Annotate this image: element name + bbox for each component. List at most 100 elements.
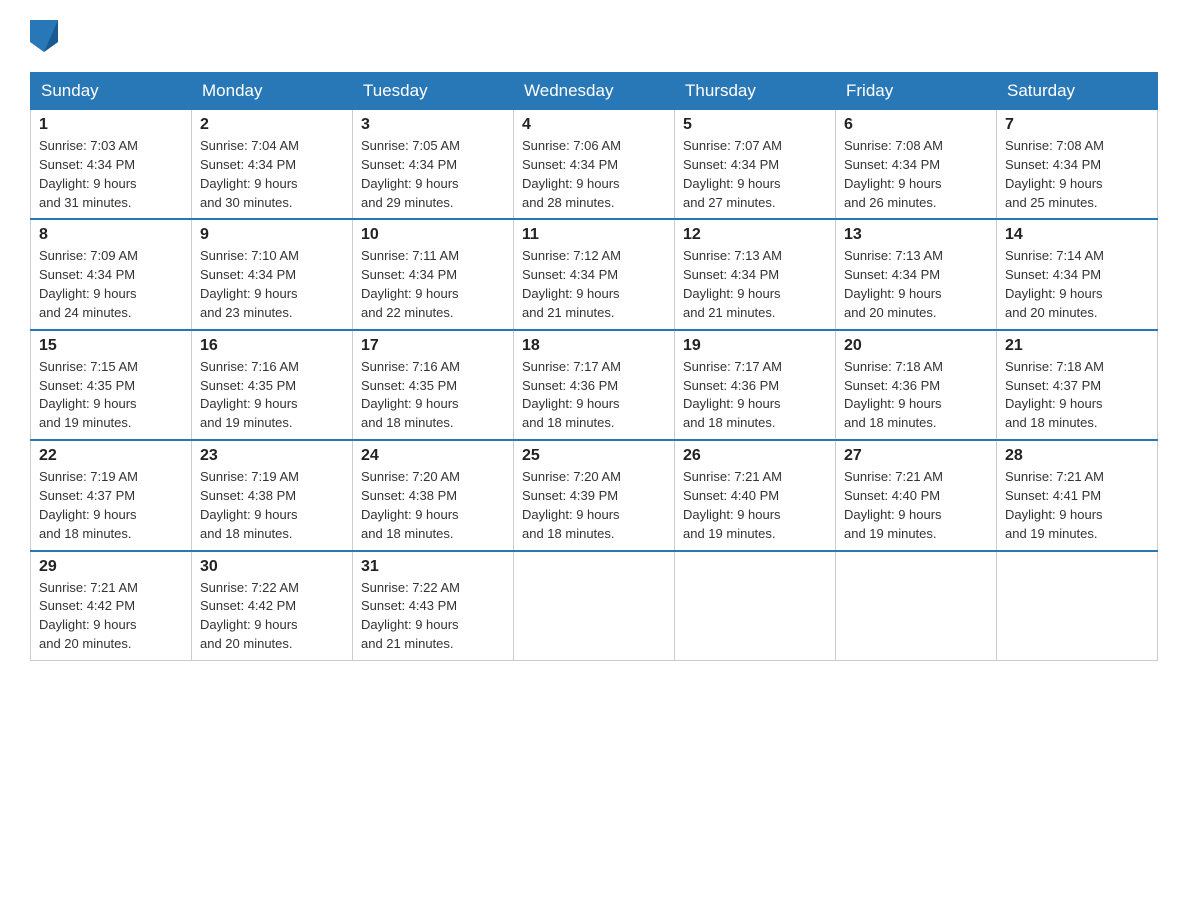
calendar-week-row: 8 Sunrise: 7:09 AMSunset: 4:34 PMDayligh…: [31, 219, 1158, 329]
calendar-cell: 22 Sunrise: 7:19 AMSunset: 4:37 PMDaylig…: [31, 440, 192, 550]
day-info: Sunrise: 7:07 AMSunset: 4:34 PMDaylight:…: [683, 137, 827, 212]
day-number: 19: [683, 337, 827, 355]
day-info: Sunrise: 7:18 AMSunset: 4:37 PMDaylight:…: [1005, 358, 1149, 433]
day-info: Sunrise: 7:21 AMSunset: 4:40 PMDaylight:…: [844, 468, 988, 543]
day-number: 14: [1005, 226, 1149, 244]
day-info: Sunrise: 7:17 AMSunset: 4:36 PMDaylight:…: [522, 358, 666, 433]
calendar-cell: 26 Sunrise: 7:21 AMSunset: 4:40 PMDaylig…: [675, 440, 836, 550]
day-info: Sunrise: 7:04 AMSunset: 4:34 PMDaylight:…: [200, 137, 344, 212]
day-info: Sunrise: 7:16 AMSunset: 4:35 PMDaylight:…: [200, 358, 344, 433]
calendar-week-row: 1 Sunrise: 7:03 AMSunset: 4:34 PMDayligh…: [31, 110, 1158, 220]
day-number: 30: [200, 558, 344, 576]
day-number: 10: [361, 226, 505, 244]
day-info: Sunrise: 7:08 AMSunset: 4:34 PMDaylight:…: [1005, 137, 1149, 212]
calendar-cell: 7 Sunrise: 7:08 AMSunset: 4:34 PMDayligh…: [997, 110, 1158, 220]
logo: [30, 20, 62, 52]
calendar-cell: 3 Sunrise: 7:05 AMSunset: 4:34 PMDayligh…: [353, 110, 514, 220]
calendar-cell: 1 Sunrise: 7:03 AMSunset: 4:34 PMDayligh…: [31, 110, 192, 220]
calendar-cell: 10 Sunrise: 7:11 AMSunset: 4:34 PMDaylig…: [353, 219, 514, 329]
calendar-cell: 13 Sunrise: 7:13 AMSunset: 4:34 PMDaylig…: [836, 219, 997, 329]
weekday-header-row: SundayMondayTuesdayWednesdayThursdayFrid…: [31, 73, 1158, 110]
calendar-cell: 18 Sunrise: 7:17 AMSunset: 4:36 PMDaylig…: [514, 330, 675, 440]
weekday-header-saturday: Saturday: [997, 73, 1158, 110]
day-number: 22: [39, 447, 183, 465]
calendar-cell: 21 Sunrise: 7:18 AMSunset: 4:37 PMDaylig…: [997, 330, 1158, 440]
calendar-cell: 14 Sunrise: 7:14 AMSunset: 4:34 PMDaylig…: [997, 219, 1158, 329]
calendar-cell: 23 Sunrise: 7:19 AMSunset: 4:38 PMDaylig…: [192, 440, 353, 550]
day-info: Sunrise: 7:10 AMSunset: 4:34 PMDaylight:…: [200, 247, 344, 322]
calendar-cell: 12 Sunrise: 7:13 AMSunset: 4:34 PMDaylig…: [675, 219, 836, 329]
calendar-cell: [675, 551, 836, 661]
calendar-cell: 9 Sunrise: 7:10 AMSunset: 4:34 PMDayligh…: [192, 219, 353, 329]
calendar-cell: 17 Sunrise: 7:16 AMSunset: 4:35 PMDaylig…: [353, 330, 514, 440]
calendar-cell: 27 Sunrise: 7:21 AMSunset: 4:40 PMDaylig…: [836, 440, 997, 550]
calendar-cell: 19 Sunrise: 7:17 AMSunset: 4:36 PMDaylig…: [675, 330, 836, 440]
day-number: 28: [1005, 447, 1149, 465]
weekday-header-monday: Monday: [192, 73, 353, 110]
day-info: Sunrise: 7:22 AMSunset: 4:42 PMDaylight:…: [200, 579, 344, 654]
day-number: 1: [39, 116, 183, 134]
day-info: Sunrise: 7:20 AMSunset: 4:39 PMDaylight:…: [522, 468, 666, 543]
day-info: Sunrise: 7:18 AMSunset: 4:36 PMDaylight:…: [844, 358, 988, 433]
day-info: Sunrise: 7:08 AMSunset: 4:34 PMDaylight:…: [844, 137, 988, 212]
day-number: 16: [200, 337, 344, 355]
calendar-week-row: 22 Sunrise: 7:19 AMSunset: 4:37 PMDaylig…: [31, 440, 1158, 550]
day-info: Sunrise: 7:13 AMSunset: 4:34 PMDaylight:…: [683, 247, 827, 322]
calendar-cell: 24 Sunrise: 7:20 AMSunset: 4:38 PMDaylig…: [353, 440, 514, 550]
calendar-cell: 2 Sunrise: 7:04 AMSunset: 4:34 PMDayligh…: [192, 110, 353, 220]
weekday-header-friday: Friday: [836, 73, 997, 110]
calendar-table: SundayMondayTuesdayWednesdayThursdayFrid…: [30, 72, 1158, 661]
day-number: 8: [39, 226, 183, 244]
calendar-week-row: 15 Sunrise: 7:15 AMSunset: 4:35 PMDaylig…: [31, 330, 1158, 440]
day-number: 27: [844, 447, 988, 465]
day-info: Sunrise: 7:14 AMSunset: 4:34 PMDaylight:…: [1005, 247, 1149, 322]
day-info: Sunrise: 7:20 AMSunset: 4:38 PMDaylight:…: [361, 468, 505, 543]
day-info: Sunrise: 7:17 AMSunset: 4:36 PMDaylight:…: [683, 358, 827, 433]
weekday-header-wednesday: Wednesday: [514, 73, 675, 110]
calendar-cell: 6 Sunrise: 7:08 AMSunset: 4:34 PMDayligh…: [836, 110, 997, 220]
day-number: 31: [361, 558, 505, 576]
calendar-cell: 31 Sunrise: 7:22 AMSunset: 4:43 PMDaylig…: [353, 551, 514, 661]
day-info: Sunrise: 7:21 AMSunset: 4:41 PMDaylight:…: [1005, 468, 1149, 543]
day-info: Sunrise: 7:16 AMSunset: 4:35 PMDaylight:…: [361, 358, 505, 433]
day-number: 17: [361, 337, 505, 355]
day-info: Sunrise: 7:19 AMSunset: 4:38 PMDaylight:…: [200, 468, 344, 543]
day-number: 11: [522, 226, 666, 244]
day-info: Sunrise: 7:22 AMSunset: 4:43 PMDaylight:…: [361, 579, 505, 654]
day-info: Sunrise: 7:12 AMSunset: 4:34 PMDaylight:…: [522, 247, 666, 322]
day-number: 24: [361, 447, 505, 465]
weekday-header-tuesday: Tuesday: [353, 73, 514, 110]
day-number: 15: [39, 337, 183, 355]
day-info: Sunrise: 7:06 AMSunset: 4:34 PMDaylight:…: [522, 137, 666, 212]
day-info: Sunrise: 7:15 AMSunset: 4:35 PMDaylight:…: [39, 358, 183, 433]
calendar-cell: [997, 551, 1158, 661]
logo-icon: [30, 20, 58, 52]
weekday-header-thursday: Thursday: [675, 73, 836, 110]
day-number: 20: [844, 337, 988, 355]
day-info: Sunrise: 7:09 AMSunset: 4:34 PMDaylight:…: [39, 247, 183, 322]
day-info: Sunrise: 7:11 AMSunset: 4:34 PMDaylight:…: [361, 247, 505, 322]
calendar-cell: 20 Sunrise: 7:18 AMSunset: 4:36 PMDaylig…: [836, 330, 997, 440]
day-number: 23: [200, 447, 344, 465]
day-number: 21: [1005, 337, 1149, 355]
day-info: Sunrise: 7:19 AMSunset: 4:37 PMDaylight:…: [39, 468, 183, 543]
day-number: 2: [200, 116, 344, 134]
calendar-week-row: 29 Sunrise: 7:21 AMSunset: 4:42 PMDaylig…: [31, 551, 1158, 661]
calendar-cell: 25 Sunrise: 7:20 AMSunset: 4:39 PMDaylig…: [514, 440, 675, 550]
calendar-cell: 8 Sunrise: 7:09 AMSunset: 4:34 PMDayligh…: [31, 219, 192, 329]
calendar-cell: 30 Sunrise: 7:22 AMSunset: 4:42 PMDaylig…: [192, 551, 353, 661]
day-number: 25: [522, 447, 666, 465]
day-number: 29: [39, 558, 183, 576]
calendar-cell: 11 Sunrise: 7:12 AMSunset: 4:34 PMDaylig…: [514, 219, 675, 329]
day-number: 9: [200, 226, 344, 244]
calendar-cell: [836, 551, 997, 661]
day-number: 5: [683, 116, 827, 134]
day-number: 4: [522, 116, 666, 134]
day-info: Sunrise: 7:13 AMSunset: 4:34 PMDaylight:…: [844, 247, 988, 322]
day-number: 18: [522, 337, 666, 355]
calendar-cell: 29 Sunrise: 7:21 AMSunset: 4:42 PMDaylig…: [31, 551, 192, 661]
day-number: 13: [844, 226, 988, 244]
page-header: [30, 20, 1158, 52]
day-number: 6: [844, 116, 988, 134]
day-info: Sunrise: 7:21 AMSunset: 4:40 PMDaylight:…: [683, 468, 827, 543]
